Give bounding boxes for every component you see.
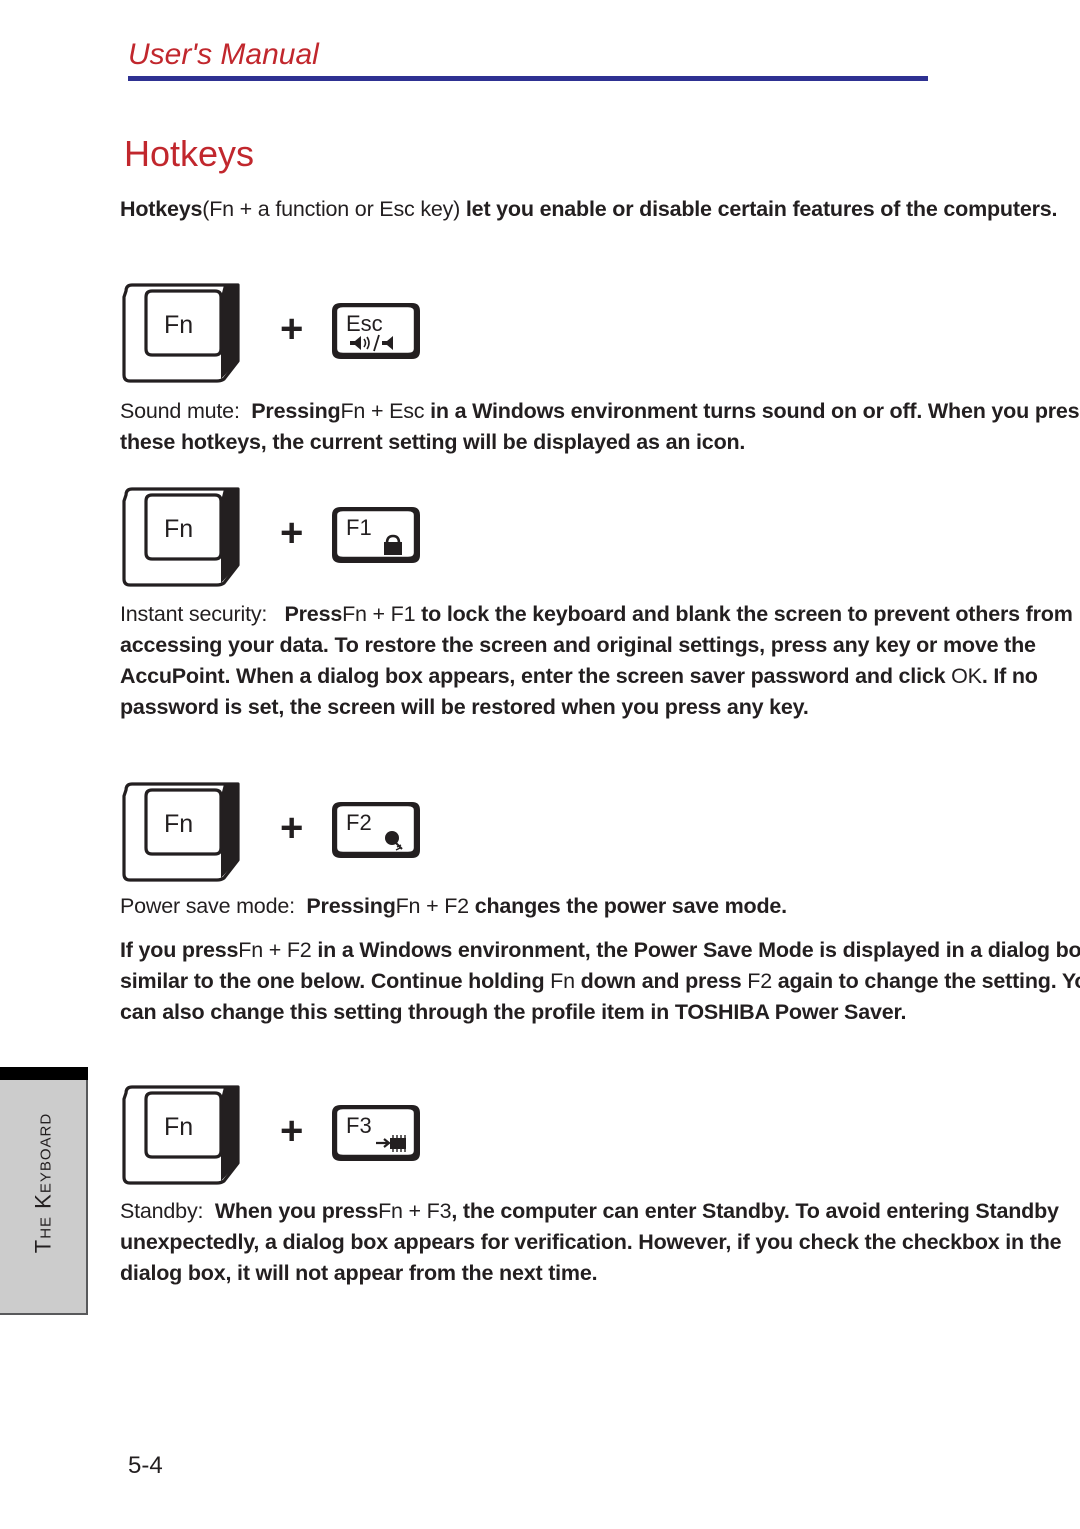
f3-keycap: F3: [328, 1101, 424, 1167]
section-instant-security-text: Instant security: PressFn + F1 to lock t…: [120, 599, 1080, 723]
power-save-detail-b: down and press: [574, 969, 748, 993]
section-power-save-detail: If you pressFn + F2 in a Windows environ…: [120, 935, 1080, 1028]
thumb-tab: The Keyboard: [0, 1080, 88, 1315]
f1-keycap: F1: [328, 503, 424, 569]
sound-mute-label: Sound mute:: [120, 399, 240, 423]
fn-keycap: Fn: [120, 283, 242, 383]
svg-text:Fn: Fn: [164, 1113, 193, 1141]
fn-keycap: Fn: [120, 1085, 242, 1185]
instant-security-combo: Fn + F1: [342, 602, 416, 626]
sound-mute-combo: Fn + Esc: [340, 399, 425, 423]
power-save-key-f2: F2: [747, 969, 772, 993]
page-title: Hotkeys: [124, 133, 255, 174]
thumb-tab-label: The Keyboard: [30, 1112, 56, 1254]
power-save-key-fn: Fn: [550, 969, 575, 993]
sound-mute-action: Pressing: [251, 399, 341, 423]
running-head: User's Manual: [128, 38, 319, 71]
power-save-label: Power save mode:: [120, 894, 295, 918]
f2-keycap: F2: [328, 798, 424, 864]
esc-keycap: Esc: [328, 299, 424, 365]
power-save-combo: Fn + F2: [395, 894, 469, 918]
svg-text:Fn: Fn: [164, 515, 193, 543]
fn-keycap: Fn: [120, 487, 242, 587]
intro-paragraph: Hotkeys(Fn + a function or Esc key) let …: [120, 194, 1080, 225]
plus-sign: +: [280, 806, 304, 850]
intro-key-reference: (Fn + a function or Esc key): [202, 197, 461, 221]
svg-text:F3: F3: [346, 1113, 372, 1138]
plus-sign: +: [280, 1109, 304, 1153]
standby-action: When you press: [214, 1199, 379, 1223]
section-sound-mute-text: Sound mute: PressingFn + Esc in a Window…: [120, 396, 1080, 458]
standby-combo: Fn + F3: [378, 1199, 452, 1223]
power-save-action: Pressing: [306, 894, 396, 918]
header-rule: [128, 76, 928, 81]
svg-text:Fn: Fn: [164, 311, 193, 339]
fn-keycap: Fn: [120, 782, 242, 882]
instant-security-action: Press: [284, 602, 343, 626]
intro-rest: let you enable or disable certain featur…: [460, 197, 1058, 221]
power-save-detail-lead: If you press: [120, 938, 239, 962]
section-standby-text: Standby: When you pressFn + F3, the comp…: [120, 1196, 1080, 1289]
plus-sign: +: [280, 307, 304, 351]
standby-label: Standby:: [120, 1199, 204, 1223]
power-save-combo-2: Fn + F2: [238, 938, 312, 962]
svg-text:F1: F1: [346, 515, 372, 540]
intro-lead: Hotkeys: [120, 197, 203, 221]
svg-text:F2: F2: [346, 810, 372, 835]
svg-text:Fn: Fn: [164, 810, 193, 838]
plus-sign: +: [280, 511, 304, 555]
instant-security-label: Instant security:: [120, 602, 268, 626]
svg-text:Esc: Esc: [346, 311, 383, 336]
power-save-description: changes the power save mode.: [468, 894, 787, 918]
section-power-save-text: Power save mode: PressingFn + F2 changes…: [120, 891, 1080, 922]
instant-security-ok-button-reference: OK: [951, 664, 982, 688]
page-number: 5-4: [128, 1452, 163, 1479]
